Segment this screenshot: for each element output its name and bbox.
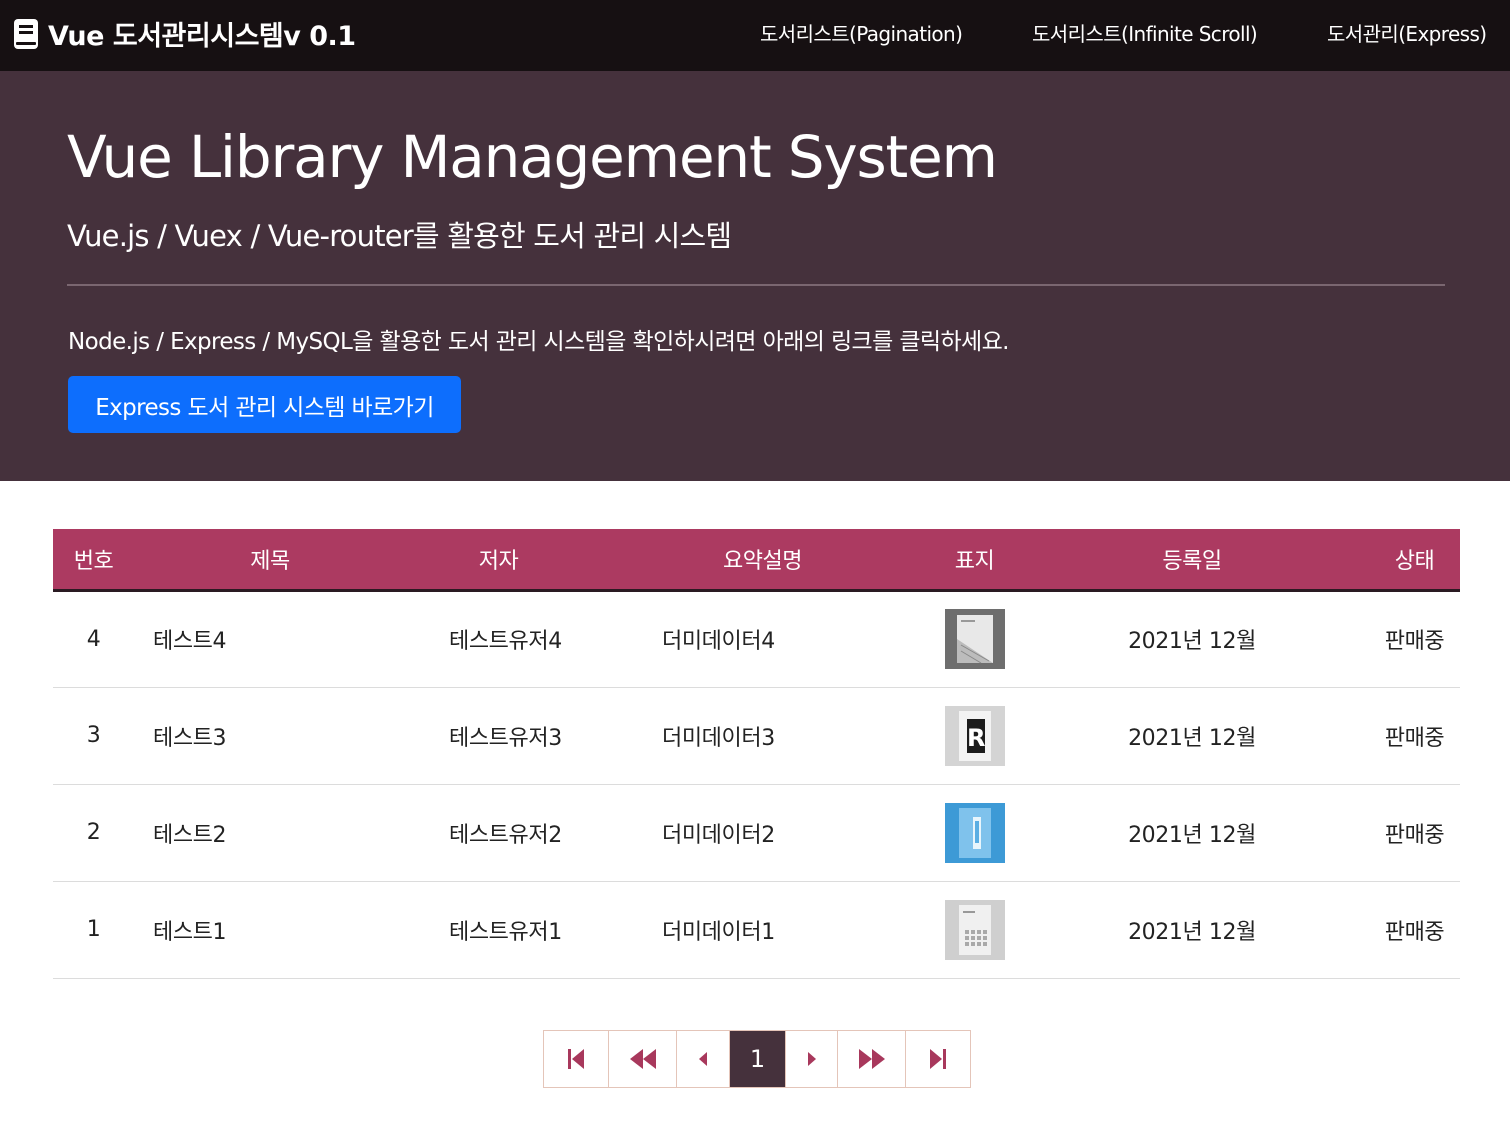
hero-subtitle: Vue.js / Vuex / Vue-router를 활용한 도서 관리 시스… [67,219,732,253]
cell-no: 2 [86,820,101,845]
cell-cover [934,590,1015,687]
book-table-container: 번호 제목 저자 요약설명 표지 등록일 상태 4 테스트4 테스트유저4 더미… [53,529,1460,979]
cell-status: 판매중 [1384,629,1445,654]
cell-summary: 더미데이터2 [662,822,775,848]
cell-date: 2021년 12월 [1128,629,1256,654]
cell-date: 2021년 12월 [1128,919,1256,945]
column-header-author: 저자 [406,529,591,592]
cell-title[interactable]: 테스트1 [134,881,406,978]
book-table: 번호 제목 저자 요약설명 표지 등록일 상태 4 테스트4 테스트유저4 더미… [53,529,1460,979]
cell-status: 판매중 [1384,919,1445,945]
cover-image[interactable] [944,899,1005,960]
cell-no: 1 [86,917,101,942]
brand-title: Vue 도서관리시스템v 0.1 [48,21,356,52]
cover-image[interactable] [944,802,1005,863]
next-block-button[interactable] [838,1031,906,1087]
table-row[interactable]: 1 테스트1 테스트유저1 더미데이터1 2021년 12월 판매중 [53,881,1460,978]
cell-cover [934,784,1015,881]
hero-title: Vue Library Management System [67,123,998,191]
prev-page-icon [698,1051,708,1067]
page-number-button[interactable]: 1 [730,1031,786,1087]
cell-status: 판매중 [1384,822,1445,848]
cell-summary: 더미데이터3 [662,725,775,751]
nav-link-express[interactable]: 도서관리(Express) [1327,18,1487,47]
last-page-button[interactable] [906,1031,970,1087]
cover-image[interactable] [944,609,1005,669]
first-page-icon [567,1048,585,1070]
table-header-row: 번호 제목 저자 요약설명 표지 등록일 상태 [53,529,1460,592]
cover-image[interactable]: R [944,705,1005,766]
brand-link[interactable]: Vue 도서관리시스템v 0.1 [12,14,356,53]
book-icon [12,18,40,50]
column-header-date: 등록일 [1015,529,1369,592]
cell-author: 테스트유저1 [449,919,562,945]
cell-cover: R [934,687,1015,784]
cell-summary: 더미데이터4 [662,629,775,654]
cell-author: 테스트유저3 [449,725,562,751]
cell-no: 3 [86,723,101,748]
top-navbar: Vue 도서관리시스템v 0.1 도서리스트(Pagination) 도서리스트… [0,0,1510,71]
cell-cover [934,881,1015,978]
last-page-icon [929,1048,947,1070]
svg-text:R: R [966,724,984,752]
column-header-title: 제목 [134,529,406,592]
cell-title[interactable]: 테스트2 [134,784,406,881]
hero-description: Node.js / Express / MySQL을 활용한 도서 관리 시스템… [68,329,1009,355]
cell-no: 4 [86,626,101,652]
prev-page-button[interactable] [677,1031,730,1087]
column-header-cover: 표지 [934,529,1015,592]
table-row[interactable]: 2 테스트2 테스트유저2 더미데이터2 2021년 12월 판매중 [53,784,1460,881]
first-page-button[interactable] [544,1031,609,1087]
hero-banner: Vue Library Management System Vue.js / V… [0,71,1510,481]
cell-status: 판매중 [1384,725,1445,751]
cell-summary: 더미데이터1 [662,919,775,945]
cell-date: 2021년 12월 [1128,822,1256,848]
prev-block-button[interactable] [609,1031,677,1087]
next-page-button[interactable] [786,1031,838,1087]
next-page-icon [807,1051,817,1067]
cell-author: 테스트유저4 [449,629,562,654]
column-header-status: 상태 [1369,529,1460,592]
nav-link-pagination[interactable]: 도서리스트(Pagination) [760,18,963,47]
pagination: 1 [543,1030,971,1088]
cell-date: 2021년 12월 [1128,725,1256,751]
cell-title[interactable]: 테스트3 [134,687,406,784]
prev-block-icon [629,1049,657,1069]
column-header-summary: 요약설명 [591,529,934,592]
cell-title[interactable]: 테스트4 [134,590,406,687]
nav-link-infinite-scroll[interactable]: 도서리스트(Infinite Scroll) [1032,18,1258,47]
table-row[interactable]: 3 테스트3 테스트유저3 더미데이터3 R 2021년 12월 판매중 [53,687,1460,784]
cell-author: 테스트유저2 [449,822,562,848]
next-block-icon [858,1049,886,1069]
column-header-no: 번호 [53,529,134,592]
table-row[interactable]: 4 테스트4 테스트유저4 더미데이터4 2021년 12월 판매중 [53,590,1460,687]
hero-divider [67,284,1445,286]
express-link-button[interactable]: Express 도서 관리 시스템 바로가기 [68,376,461,433]
